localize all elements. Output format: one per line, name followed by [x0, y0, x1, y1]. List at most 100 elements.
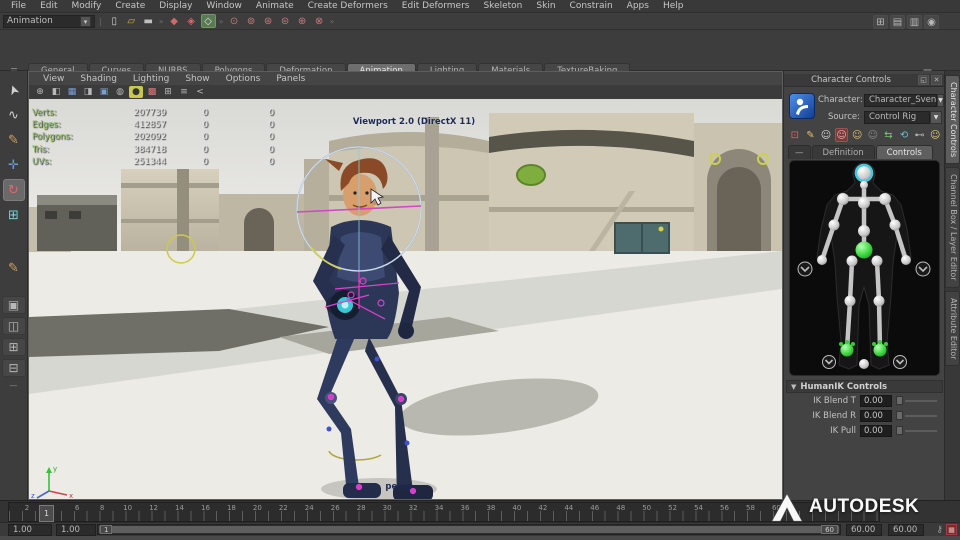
lasso-tool-icon[interactable]: ∿: [3, 104, 25, 126]
select-tool-icon[interactable]: ➤: [0, 76, 28, 104]
slider-handle[interactable]: [896, 426, 903, 435]
select-hierarchy-icon[interactable]: ⊙: [227, 14, 242, 28]
snap-curve-icon[interactable]: ◈: [184, 14, 199, 28]
skeleton-icon[interactable]: ☺: [850, 128, 864, 142]
move-tool-icon[interactable]: ✛: [3, 154, 25, 176]
panel-share-icon[interactable]: <: [193, 86, 207, 98]
joint-spine[interactable]: [858, 225, 870, 237]
joint-left-knee[interactable]: [844, 295, 856, 307]
chevron-down-icon[interactable]: ▼: [930, 110, 942, 124]
joint-right-knee[interactable]: [873, 295, 885, 307]
chevron-down-icon[interactable]: ▼: [937, 93, 944, 107]
edit-definition-icon[interactable]: ✎: [804, 128, 818, 142]
layout-single-pane-icon[interactable]: ▣: [1, 296, 26, 314]
playback-end-field[interactable]: 60.00: [846, 523, 882, 536]
selection-lock-icon[interactable]: ⊗: [312, 14, 327, 28]
current-frame-indicator[interactable]: 1: [39, 505, 54, 522]
menu-item[interactable]: Create: [108, 1, 152, 11]
sidebar-attributes-icon[interactable]: ▥: [907, 15, 922, 29]
image-plane-icon[interactable]: ▦: [65, 86, 79, 98]
snap-point-icon[interactable]: ◇: [200, 14, 216, 28]
menu-item[interactable]: File: [4, 1, 33, 11]
menu-item[interactable]: Animate: [249, 1, 301, 11]
snap-grid-icon[interactable]: ◆: [167, 14, 182, 28]
sidebar-vertical-tab[interactable]: Character Controls: [945, 75, 960, 165]
humanik-section-header[interactable]: ▼ HumanIK Controls: [786, 380, 943, 393]
scale-tool-icon[interactable]: ⊞: [3, 204, 25, 226]
mirror-matching-icon[interactable]: ☺: [834, 128, 849, 142]
open-scene-icon[interactable]: ▱: [124, 14, 139, 28]
rotate-tool-icon[interactable]: ↻: [2, 179, 25, 201]
shading-wireframe-icon[interactable]: ◨: [81, 86, 95, 98]
textured-mode-icon[interactable]: ◍: [113, 86, 127, 98]
viewport-menu-item[interactable]: Options: [218, 74, 269, 84]
bookmark-icon[interactable]: ◧: [49, 86, 63, 98]
xray-icon[interactable]: ⊞: [161, 86, 175, 98]
slider-groove[interactable]: [905, 414, 937, 417]
joint-left-hand[interactable]: [817, 255, 827, 265]
joint-right-hip[interactable]: [871, 255, 883, 267]
joint-left-hip[interactable]: [846, 255, 858, 267]
joint-left-shoulder[interactable]: [837, 193, 849, 205]
panel-header[interactable]: Character Controls ◱ ✕: [784, 74, 944, 87]
menu-item[interactable]: Window: [199, 1, 249, 11]
menu-item[interactable]: Skin: [529, 1, 562, 11]
ghost-icon[interactable]: ☺: [866, 128, 880, 142]
collapse-triangle-icon[interactable]: ▼: [791, 383, 796, 391]
range-slider-range[interactable]: [99, 526, 839, 533]
sidebar-tools-icon[interactable]: ◉: [924, 15, 939, 29]
collapse-arrows[interactable]: »: [328, 17, 337, 26]
character-tab[interactable]: —: [788, 145, 811, 159]
animation-end-field[interactable]: 60.00: [888, 523, 924, 536]
menu-item[interactable]: Skeleton: [476, 1, 529, 11]
close-icon[interactable]: ✕: [931, 75, 942, 85]
viewport-menu-item[interactable]: View: [35, 74, 72, 84]
menu-item[interactable]: Apps: [620, 1, 656, 11]
joint-right-hand[interactable]: [901, 255, 911, 265]
scene-3d-view[interactable]: y x z Verts: 207739 0 0 Edges: 412857 0 …: [29, 99, 782, 499]
joint-head[interactable]: [854, 163, 874, 183]
sidebar-vertical-tab[interactable]: Attribute Editor: [945, 290, 960, 367]
layout-four-pane-icon[interactable]: ⊞: [1, 338, 26, 356]
joint-hips[interactable]: [855, 241, 873, 259]
use-all-lights-icon[interactable]: ●: [129, 86, 143, 98]
source-select[interactable]: Control Rig: [864, 110, 930, 124]
layout-two-pane-icon[interactable]: ◫: [1, 317, 26, 335]
viewport-menu-item[interactable]: Shading: [72, 74, 125, 84]
full-body-icon[interactable]: ☺: [928, 128, 942, 142]
mirror-animation-icon[interactable]: ⟲: [897, 128, 911, 142]
character-tab[interactable]: Controls: [875, 145, 933, 159]
menu-item[interactable]: Create Deformers: [301, 1, 395, 11]
save-scene-icon[interactable]: ▬: [141, 14, 156, 28]
attribute-value-field[interactable]: 0.00: [860, 424, 892, 437]
pin-icon[interactable]: ⊷: [913, 128, 927, 142]
animation-start-field[interactable]: 1.00: [8, 523, 52, 536]
joint-chest[interactable]: [858, 197, 870, 209]
character-select[interactable]: Character_Sven: [864, 93, 938, 107]
auto-keyframe-icon[interactable]: ▦: [946, 524, 957, 535]
float-panel-icon[interactable]: ◱: [918, 75, 929, 85]
joint-left-elbow[interactable]: [828, 219, 840, 231]
menu-item[interactable]: Edit Deformers: [395, 1, 477, 11]
stance-pose-icon[interactable]: ☺: [819, 128, 833, 142]
sidebar-channelbox-icon[interactable]: ▤: [890, 15, 905, 29]
joint-right-elbow[interactable]: [889, 219, 901, 231]
viewport-menu-item[interactable]: Panels: [268, 74, 313, 84]
joint-neck[interactable]: [860, 181, 868, 189]
slider-groove[interactable]: [905, 429, 937, 432]
attribute-value-field[interactable]: 0.00: [860, 409, 892, 422]
menu-item[interactable]: Modify: [65, 1, 109, 11]
highlight-mode-icon[interactable]: ⊕: [295, 14, 310, 28]
chevron-down-icon[interactable]: ▾: [80, 15, 91, 27]
timeline-track[interactable]: 2468101214161820222426283032343638404244…: [8, 502, 880, 522]
menu-item[interactable]: Display: [152, 1, 199, 11]
grid-toggle-icon[interactable]: ≡: [177, 86, 191, 98]
select-object-icon[interactable]: ⊚: [244, 14, 259, 28]
menu-item[interactable]: Edit: [33, 1, 64, 11]
range-slider-track[interactable]: 1 60: [97, 524, 841, 535]
viewport-menu-item[interactable]: Show: [177, 74, 217, 84]
new-scene-icon[interactable]: ▯: [107, 14, 122, 28]
collapse-arrows[interactable]: »: [157, 17, 166, 26]
select-component-icon[interactable]: ⊛: [261, 14, 276, 28]
collapse-arrows[interactable]: »: [217, 17, 226, 26]
